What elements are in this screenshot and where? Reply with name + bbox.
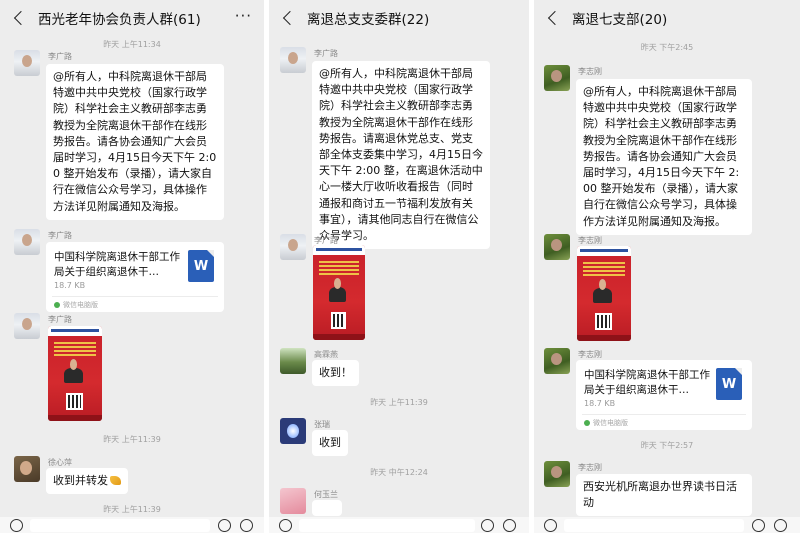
message-bubble[interactable] — [312, 500, 342, 516]
plus-icon[interactable] — [503, 519, 516, 532]
avatar[interactable] — [280, 488, 306, 514]
message-bubble[interactable]: 收到 — [312, 430, 348, 457]
chat-header: 离退七支部(20) — [534, 0, 800, 36]
avatar[interactable] — [544, 461, 570, 487]
chevron-left-icon[interactable] — [546, 8, 562, 28]
wechat-pc-icon — [584, 420, 590, 426]
message-text: 收到并转发 — [53, 474, 108, 487]
avatar[interactable] — [544, 234, 570, 260]
file-card[interactable]: 中国科学院离退休干部工作局关于组织离退休干… 18.7 KB W 微信电脑版 — [576, 360, 752, 430]
sender-name: 李广路 — [314, 49, 338, 58]
message-input[interactable] — [564, 519, 744, 532]
sender-name: 李广路 — [48, 52, 72, 61]
chevron-left-icon[interactable] — [281, 8, 297, 28]
emoji-icon[interactable] — [752, 519, 765, 532]
sender-name: 高霖燕 — [314, 350, 338, 359]
chat-panel-xiguang: 西光老年协会负责人群(61) ··· 昨天 上午11:34 李广路 @所有人，中… — [0, 0, 264, 533]
divider — [582, 414, 746, 415]
poster-image[interactable] — [48, 326, 102, 421]
avatar[interactable] — [14, 456, 40, 482]
message-bubble[interactable]: 收到！ — [312, 360, 359, 387]
input-bar — [534, 517, 800, 533]
file-name: 中国科学院离退休干部工作局关于组织离退休干… — [584, 369, 710, 396]
avatar[interactable] — [544, 348, 570, 374]
file-source: 微信电脑版 — [54, 300, 98, 310]
chat-header: 西光老年协会负责人群(61) ··· — [0, 0, 264, 36]
hands-emoji-icon — [110, 476, 121, 485]
file-card[interactable]: 中国科学院离退休干部工作局关于组织离退休干… 18.7 KB W 微信电脑版 — [46, 242, 224, 312]
wechat-pc-icon — [54, 302, 60, 308]
timestamp: 昨天 中午12:24 — [370, 468, 428, 477]
poster-image[interactable] — [577, 246, 631, 341]
timestamp: 昨天 上午11:34 — [103, 40, 161, 49]
file-source-label: 微信电脑版 — [593, 419, 628, 427]
chat-title: 离退总支支委群(22) — [307, 12, 430, 28]
sender-name: 李志刚 — [578, 350, 602, 359]
emoji-icon[interactable] — [218, 519, 231, 532]
input-bar — [269, 517, 529, 533]
chevron-left-icon[interactable] — [12, 8, 28, 28]
emoji-icon[interactable] — [481, 519, 494, 532]
chat-panel-zongzhi: 离退总支支委群(22) 李广路 @所有人，中科院离退休干部局特邀中共中央党校（国… — [269, 0, 529, 533]
input-bar — [0, 517, 264, 533]
file-name: 中国科学院离退休干部工作局关于组织离退休干… — [54, 251, 180, 278]
message-bubble[interactable]: 西安光机所离退办世界读书日活动 — [576, 474, 752, 517]
file-size: 18.7 KB — [584, 399, 616, 408]
chat-header: 离退总支支委群(22) — [269, 0, 529, 36]
voice-icon[interactable] — [279, 519, 292, 532]
message-input[interactable] — [299, 519, 475, 532]
timestamp: 昨天 上午11:39 — [103, 435, 161, 444]
timestamp: 昨天 下午2:57 — [640, 441, 694, 450]
file-size: 18.7 KB — [54, 281, 86, 290]
plus-icon[interactable] — [774, 519, 787, 532]
word-doc-icon: W — [188, 250, 214, 282]
sender-name: 李志刚 — [578, 67, 602, 76]
chat-title: 西光老年协会负责人群(61) — [38, 12, 201, 28]
sender-name: 李志刚 — [578, 236, 602, 245]
avatar[interactable] — [280, 418, 306, 444]
avatar[interactable] — [14, 313, 40, 339]
avatar[interactable] — [14, 50, 40, 76]
avatar[interactable] — [14, 229, 40, 255]
plus-icon[interactable] — [240, 519, 253, 532]
qr-code — [595, 312, 612, 330]
file-source-label: 微信电脑版 — [63, 301, 98, 309]
message-bubble[interactable]: @所有人，中科院离退休干部局特邀中共中央党校（国家行政学院）科学社会主义教研部李… — [312, 61, 490, 250]
word-doc-icon: W — [716, 368, 742, 400]
sender-name: 李志刚 — [578, 463, 602, 472]
message-bubble[interactable]: 收到并转发 — [46, 468, 128, 495]
message-input[interactable] — [30, 519, 210, 532]
sender-name: 何玉兰 — [314, 490, 338, 499]
poster-image[interactable] — [313, 245, 365, 340]
file-source: 微信电脑版 — [584, 418, 628, 428]
avatar[interactable] — [280, 47, 306, 73]
sender-name: 李广路 — [48, 315, 72, 324]
voice-icon[interactable] — [544, 519, 557, 532]
message-bubble[interactable]: @所有人，中科院离退休干部局特邀中共中央党校（国家行政学院）科学社会主义教研部李… — [46, 64, 224, 220]
qr-code — [66, 392, 83, 410]
qr-code — [330, 311, 347, 329]
sender-name: 李广路 — [48, 231, 72, 240]
chat-title: 离退七支部(20) — [572, 12, 668, 28]
avatar[interactable] — [280, 348, 306, 374]
sender-name: 张瑞 — [314, 420, 330, 429]
sender-name: 徐心萍 — [48, 458, 72, 467]
voice-icon[interactable] — [10, 519, 23, 532]
avatar[interactable] — [280, 234, 306, 260]
message-bubble[interactable]: @所有人，中科院离退休干部局特邀中共中央党校（国家行政学院）科学社会主义教研部李… — [576, 79, 752, 235]
divider — [52, 296, 218, 297]
more-dots-icon[interactable]: ··· — [235, 9, 252, 24]
timestamp: 昨天 上午11:39 — [370, 398, 428, 407]
timestamp: 昨天 上午11:39 — [103, 505, 161, 514]
chat-panel-qizhibu: 离退七支部(20) 昨天 下午2:45 李志刚 @所有人，中科院离退休干部局特邀… — [534, 0, 800, 533]
timestamp: 昨天 下午2:45 — [640, 43, 694, 52]
avatar[interactable] — [544, 65, 570, 91]
